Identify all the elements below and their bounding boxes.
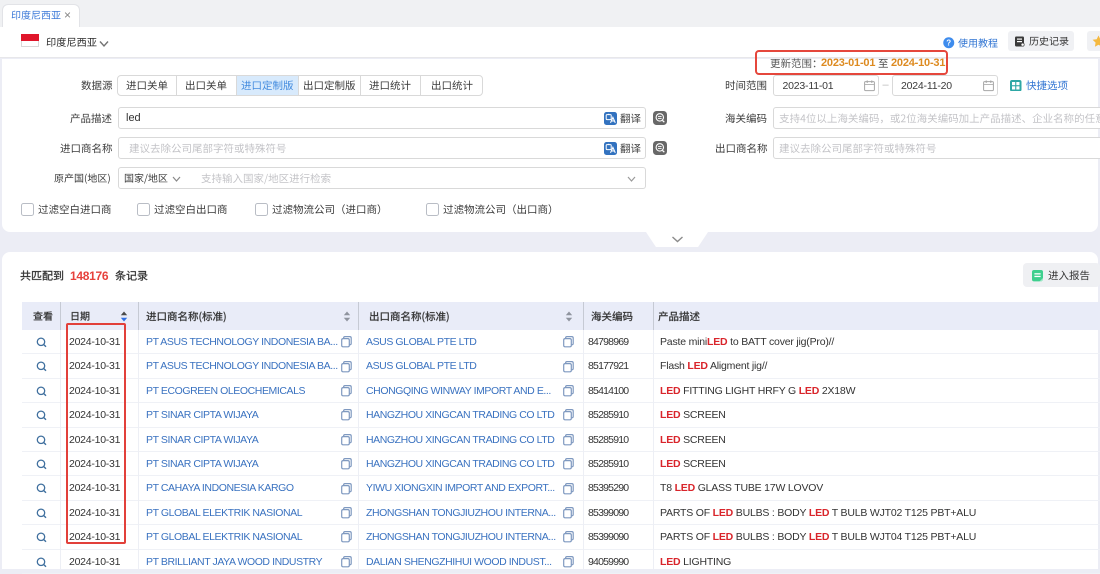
svg-text:?: ? (946, 38, 951, 47)
